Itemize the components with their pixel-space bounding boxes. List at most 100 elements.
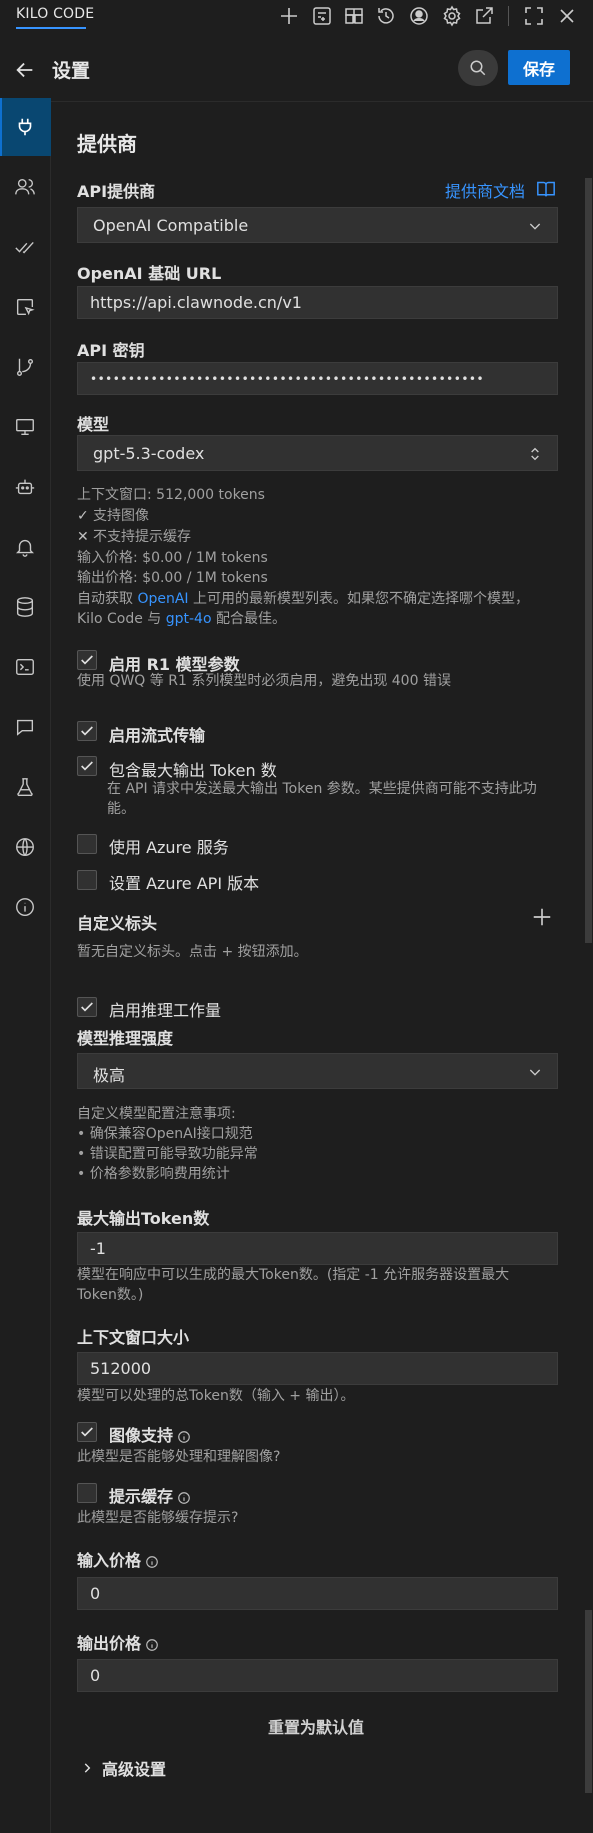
sidebar-item-auto-approve[interactable]: [0, 218, 51, 276]
database-icon: [16, 597, 34, 617]
max-tokens-label[interactable]: 包含最大输出 Token 数: [109, 757, 277, 781]
settings-icon[interactable]: [440, 4, 464, 28]
checkmark-icon: [81, 1427, 93, 1437]
sidebar-item-language[interactable]: [0, 818, 51, 876]
active-tab-indicator: [16, 27, 86, 29]
r1-params-desc: 使用 QWQ 等 R1 系列模型时必须启用，避免出现 400 错误: [77, 673, 451, 689]
info-icon: [16, 898, 34, 916]
streaming-checkbox[interactable]: [77, 721, 97, 741]
scrollbar-thumb[interactable]: [585, 178, 592, 943]
prompt-cache-label[interactable]: 提示缓存: [109, 1483, 191, 1507]
max-output-input[interactable]: [77, 1232, 558, 1265]
book-open-icon[interactable]: [536, 180, 556, 198]
max-output-label: 最大输出Token数: [77, 1209, 210, 1228]
check-check-icon: [15, 241, 34, 254]
add-header-plus-icon[interactable]: [531, 906, 553, 928]
info-circle-icon: [178, 1491, 190, 1504]
reasoning-label[interactable]: 启用推理工作量: [109, 997, 221, 1021]
sidebar-item-terminal[interactable]: [0, 638, 51, 696]
context-size-desc: 模型可以处理的总Token数（输入 + 输出）。: [77, 1388, 355, 1404]
sidebar-item-users[interactable]: [0, 158, 51, 216]
sidebar-item-display[interactable]: [0, 398, 51, 456]
note-line: • 错误配置可能导致功能异常: [77, 1146, 258, 1162]
model-value: gpt-5.3-codex: [93, 444, 205, 463]
pointer-icon: [16, 298, 35, 316]
checkmark-icon: [81, 761, 93, 771]
base-url-input[interactable]: [77, 286, 558, 319]
provider-docs-link[interactable]: 提供商文档: [445, 178, 525, 202]
sidebar-item-prompts[interactable]: [0, 698, 51, 756]
custom-headers-empty: 暂无自定义标头。点击 + 按钮添加。: [77, 944, 308, 960]
sidebar-item-checkpoints[interactable]: [0, 338, 51, 396]
image-support-label[interactable]: 图像支持: [109, 1422, 191, 1446]
checkmark-icon: [81, 1002, 93, 1012]
close-icon[interactable]: [555, 4, 579, 28]
api-provider-label: API提供商: [77, 182, 156, 201]
max-tokens-desc-line: 能。: [107, 801, 135, 817]
info-circle-icon: [146, 1638, 158, 1651]
context-size-input[interactable]: [77, 1352, 558, 1385]
history-icon[interactable]: [374, 4, 398, 28]
search-button[interactable]: [458, 50, 498, 86]
azure-label[interactable]: 使用 Azure 服务: [109, 834, 229, 858]
context-window-info: 上下文窗口: 512,000 tokens: [77, 487, 265, 503]
image-support-checkbox[interactable]: [77, 1422, 97, 1442]
save-button[interactable]: 保存: [508, 50, 570, 85]
sidebar-item-about[interactable]: [0, 878, 51, 936]
prompt-cache-desc: 此模型是否能够缓存提示?: [77, 1510, 239, 1526]
message-icon: [16, 719, 34, 736]
output-price-label-text: 输出价格: [77, 1634, 142, 1653]
fetch-note-text: 上可用的最新模型列表。如果您不确定选择哪个模型，: [188, 591, 530, 607]
scrollbar-thumb-secondary[interactable]: [585, 1610, 592, 1793]
r1-params-checkbox[interactable]: [77, 650, 97, 670]
model-fetch-note: 自动获取 OpenAI 上可用的最新模型列表。如果您不确定选择哪个模型， Kil…: [77, 589, 558, 629]
popout-icon[interactable]: [472, 4, 496, 28]
sidebar-item-notifications[interactable]: [0, 518, 51, 576]
custom-model-notes: 自定义模型配置注意事项: • 确保兼容OpenAI接口规范 • 错误配置可能导致…: [77, 1104, 258, 1184]
account-icon[interactable]: [407, 4, 431, 28]
sidebar-item-agent[interactable]: [0, 458, 51, 516]
output-price-info: 输出价格: $0.00 / 1M tokens: [77, 570, 268, 586]
sidebar-item-context[interactable]: [0, 578, 51, 636]
max-tokens-desc-line: 在 API 请求中发送最大输出 Token 参数。某些提供商可能不支持此功: [107, 781, 537, 797]
api-key-input[interactable]: [77, 362, 558, 395]
cache-support-text: 不支持提示缓存: [93, 529, 191, 545]
openai-link[interactable]: OpenAI: [137, 591, 188, 607]
gpt-4o-link[interactable]: gpt-4o: [166, 611, 212, 627]
streaming-label[interactable]: 启用流式传输: [109, 722, 205, 746]
input-price-label-text: 输入价格: [77, 1551, 142, 1570]
reasoning-checkbox[interactable]: [77, 997, 97, 1017]
azure-version-checkbox[interactable]: [77, 870, 97, 890]
reasoning-effort-select[interactable]: 极高: [77, 1053, 558, 1089]
azure-version-label[interactable]: 设置 Azure API 版本: [109, 870, 259, 894]
reasoning-effort-value: 极高: [93, 1066, 126, 1085]
app-title[interactable]: KILO CODE: [16, 6, 94, 22]
max-output-desc-line: Token数。): [77, 1287, 144, 1303]
info-circle-icon: [178, 1430, 190, 1443]
page-title: 设置: [52, 60, 91, 82]
section-title: 提供商: [77, 132, 137, 156]
model-select[interactable]: gpt-5.3-codex: [77, 435, 558, 471]
reset-defaults-button[interactable]: 重置为默认值: [268, 1714, 364, 1738]
input-price-label: 输入价格: [77, 1547, 159, 1571]
plus-icon[interactable]: [277, 4, 301, 28]
sidebar-item-browser[interactable]: [0, 278, 51, 336]
input-price-input[interactable]: [77, 1577, 558, 1610]
check-icon: ✓: [77, 508, 89, 524]
back-arrow-icon[interactable]: [14, 59, 36, 81]
api-key-label: API 密钥: [77, 341, 145, 360]
note-line: • 确保兼容OpenAI接口规范: [77, 1126, 253, 1142]
sidebar-item-providers[interactable]: [0, 98, 51, 156]
marketplace-icon[interactable]: [342, 4, 366, 28]
api-provider-select[interactable]: OpenAI Compatible: [77, 207, 558, 243]
max-tokens-checkbox[interactable]: [77, 756, 97, 776]
prompt-cache-checkbox[interactable]: [77, 1483, 97, 1503]
history-book-icon[interactable]: [310, 4, 334, 28]
flask-icon: [17, 778, 33, 796]
api-provider-value: OpenAI Compatible: [93, 216, 249, 235]
fullscreen-icon[interactable]: [522, 4, 546, 28]
output-price-input[interactable]: [77, 1659, 558, 1692]
sidebar-item-experimental[interactable]: [0, 758, 51, 816]
advanced-settings-label: 高级设置: [102, 1760, 167, 1779]
azure-checkbox[interactable]: [77, 834, 97, 854]
